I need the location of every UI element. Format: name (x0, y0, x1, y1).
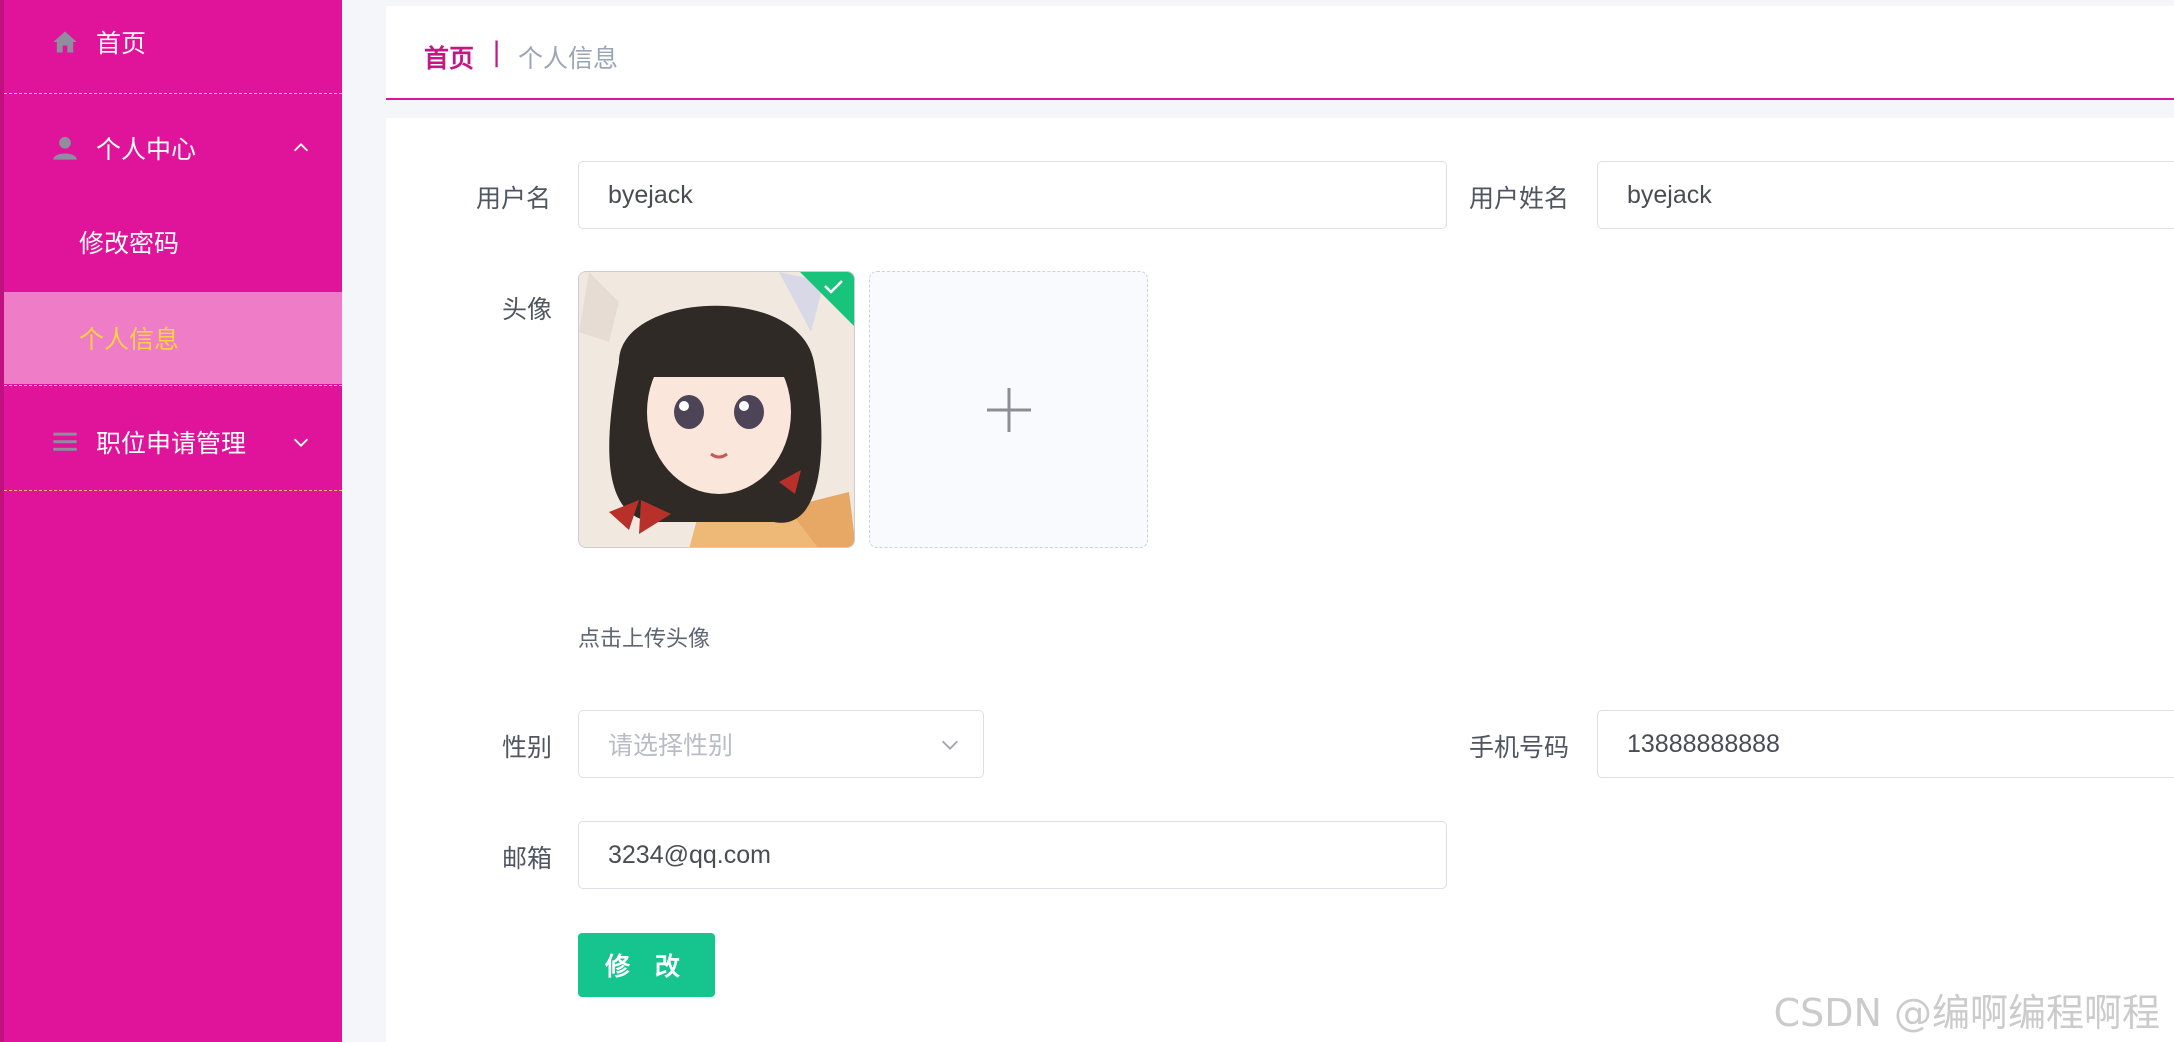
phone-label: 手机号码 (1469, 733, 1570, 762)
gender-placeholder: 请选择性别 (608, 732, 734, 760)
gender-select[interactable]: 请选择性别 (578, 710, 984, 778)
watermark: CSDN @编啊编程啊程 (1773, 991, 2160, 1035)
submit-button[interactable]: 修 改 (578, 933, 715, 997)
chevron-up-icon (293, 143, 309, 152)
email-value: 3234@qq.com (608, 840, 771, 869)
username-input[interactable]: byejack (578, 161, 1447, 229)
sidebar-divider (4, 385, 342, 386)
chevron-down-icon (293, 438, 309, 447)
phone-value: 13888888888 (1627, 729, 1780, 758)
breadcrumb-current: 个人信息 (518, 44, 619, 73)
realname-value: byejack (1627, 180, 1712, 209)
user-icon (50, 133, 80, 163)
sidebar-item-profile-center[interactable]: 个人中心 (4, 128, 342, 168)
avatar-upload-button[interactable] (869, 271, 1148, 548)
avatar-label: 头像 (502, 295, 553, 324)
breadcrumb-separator: | (492, 37, 502, 68)
phone-input[interactable]: 13888888888 (1597, 710, 2174, 778)
breadcrumb-home[interactable]: 首页 (424, 39, 474, 75)
chevron-down-icon (942, 740, 958, 750)
realname-label: 用户姓名 (1469, 184, 1570, 213)
form-panel (386, 118, 2174, 1042)
sidebar-item-label: 首页 (96, 29, 147, 58)
sidebar-subitem-change-password[interactable]: 修改密码 (4, 224, 342, 264)
sidebar-item-label: 个人中心 (96, 135, 197, 164)
sidebar-item-job-apply-mgmt[interactable]: 职位申请管理 (4, 422, 342, 462)
username-label: 用户名 (476, 184, 552, 213)
sidebar-subitem-label: 个人信息 (79, 325, 180, 354)
menu-list-icon (50, 427, 80, 457)
sidebar-subitem-label: 修改密码 (79, 229, 180, 258)
email-label: 邮箱 (502, 844, 553, 873)
plus-icon (987, 388, 1031, 432)
avatar-image[interactable] (578, 271, 855, 548)
avatar-upload-hint: 点击上传头像 (578, 627, 711, 652)
sidebar-item-home[interactable]: 首页 (4, 22, 342, 62)
gender-label: 性别 (502, 733, 553, 762)
sidebar-item-label: 职位申请管理 (96, 429, 247, 458)
email-input[interactable]: 3234@qq.com (578, 821, 1447, 889)
home-icon (50, 27, 80, 57)
sidebar-subitem-personal-info[interactable]: 个人信息 (4, 292, 342, 384)
sidebar-divider (4, 490, 342, 491)
upload-success-badge (800, 272, 854, 326)
username-value: byejack (608, 180, 693, 209)
sidebar-divider (4, 93, 342, 94)
realname-input[interactable]: byejack (1597, 161, 2174, 229)
breadcrumb: 首页 | 个人信息 (386, 6, 2174, 100)
